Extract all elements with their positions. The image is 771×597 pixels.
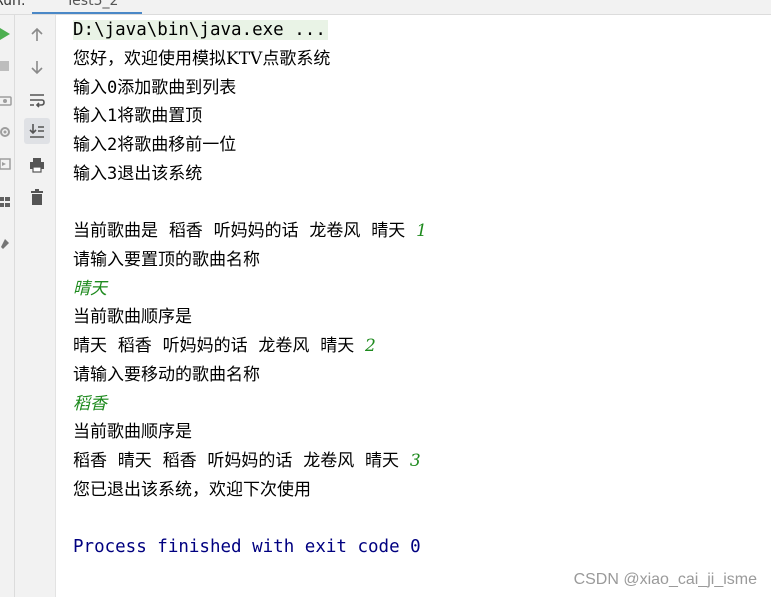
prompt-top-line: 请输入要置顶的歌曲名称 [73,250,260,270]
run-tab-bar: Run: Test5_2 [0,0,771,15]
exit-message-line: 您已退出该系统，欢迎下次使用 [73,480,311,500]
console-toolbar [15,15,56,597]
down-arrow-icon [31,61,43,75]
soft-wrap-button[interactable] [24,87,50,113]
pin-icon[interactable] [0,237,12,251]
menu-line-1: 输入1将歌曲置顶 [73,106,203,126]
trash-icon [31,189,43,205]
login-icon[interactable] [0,157,12,171]
scroll-to-end-icon [29,124,44,138]
camera-icon[interactable] [0,93,12,107]
print-icon [30,158,44,173]
clear-all-button[interactable] [24,184,50,210]
menu-line-3: 输入3退出该系统 [73,164,203,184]
songs-line-3: 稻香 晴天 稻香 听妈妈的话 龙卷风 晴天 3 [73,451,421,471]
menu-line-2: 输入2将歌曲移前一位 [73,135,237,155]
process-finished-line: Process finished with exit code 0 [73,537,421,557]
rerun-icon[interactable] [0,27,12,41]
menu-line-0: 输入0添加歌曲到列表 [73,78,237,98]
order-label-line-1: 当前歌曲顺序是 [73,307,192,327]
user-input-1: 1 [416,221,427,241]
songs-line-2: 晴天 稻香 听妈妈的话 龙卷风 晴天 2 [73,336,376,356]
user-song-input-2: 稻香 [73,394,107,414]
current-songs-line: 当前歌曲是 稻香 听妈妈的话 龙卷风 晴天 1 [73,221,427,241]
layout-icon[interactable] [0,195,12,209]
tab-test5-2[interactable]: Test5_2 [66,0,118,9]
run-label: Run: [0,0,26,9]
welcome-line: 您好，欢迎使用模拟KTV点歌系统 [73,49,331,69]
run-controls-gutter [0,15,15,597]
scroll-up-button[interactable] [24,22,50,48]
prompt-move-line: 请输入要移动的歌曲名称 [73,365,260,385]
user-song-input-1: 晴天 [73,279,107,299]
user-input-2: 2 [365,336,376,356]
command-text: D:\java\bin\java.exe ... [73,20,328,40]
active-tab-indicator [32,12,142,14]
up-arrow-icon [31,27,43,41]
user-input-3: 3 [409,451,421,471]
print-button[interactable] [24,152,50,178]
soft-wrap-icon [30,94,45,108]
scroll-to-end-button[interactable] [24,118,50,144]
csdn-watermark: CSDN @xiao_cai_ji_isme [573,571,757,588]
scroll-down-button[interactable] [24,54,50,80]
stop-icon[interactable] [0,59,12,73]
settings-icon[interactable] [0,125,12,139]
console-command-line: D:\java\bin\java.exe ... [73,16,328,45]
order-label-line-2: 当前歌曲顺序是 [73,422,192,442]
